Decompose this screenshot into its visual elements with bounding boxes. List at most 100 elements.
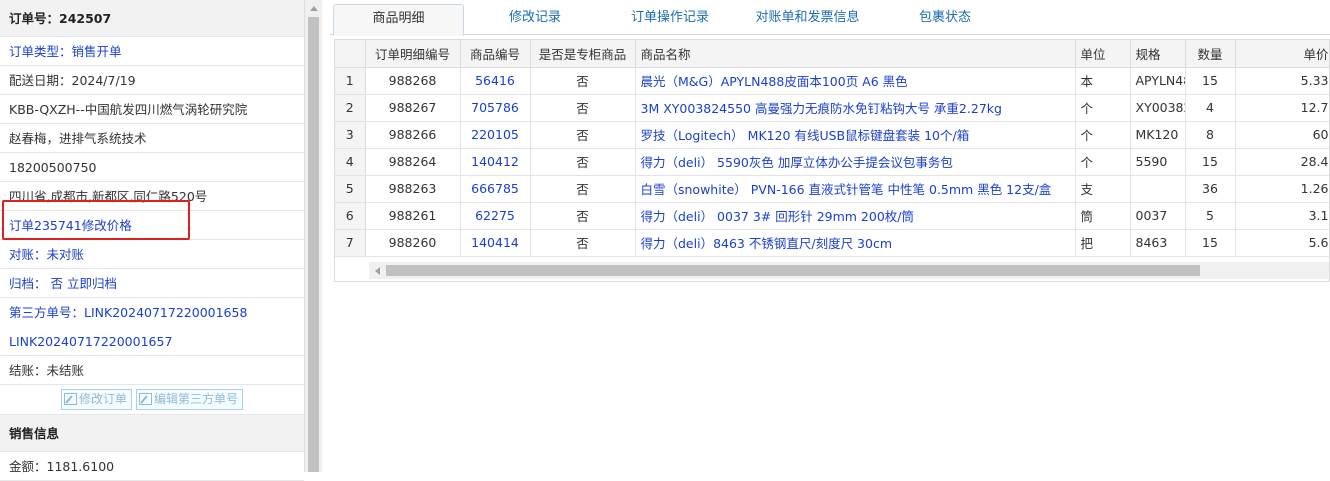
archive-now-link[interactable]: 立即归档 — [67, 276, 117, 291]
customer-contact: 赵春梅，进排气系统技术 — [0, 124, 304, 153]
left-panel-scrollbar[interactable] — [305, 0, 322, 472]
quantity-cell: 15 — [1185, 67, 1236, 95]
detail-id-cell: 988264 — [365, 148, 461, 176]
row-number: 6 — [335, 202, 366, 230]
reconcile-label: 对账： — [9, 247, 47, 262]
product-code-link[interactable]: 140414 — [460, 229, 531, 257]
column-header[interactable]: 单价 — [1235, 40, 1329, 68]
table-header-row: 订单明细编号 商品编号 是否是专柜商品 商品名称 单位 规格 数量 单价 — [335, 40, 1329, 68]
archive-row: 归档： 否 立即归档 — [0, 269, 304, 298]
customer-phone: 18200500750 — [0, 153, 304, 182]
column-header[interactable]: 订单明细编号 — [365, 40, 461, 68]
third-party-row: 第三方单号：LINK20240717220001658 — [0, 298, 304, 327]
order-actions: 修改订单 编辑第三方单号 — [0, 385, 304, 415]
product-code-link[interactable]: 220105 — [460, 121, 531, 149]
scrollbar-thumb[interactable] — [386, 265, 1200, 276]
tab-order-operation-log[interactable]: 订单操作记录 — [610, 4, 730, 35]
unit-cell: 筒 — [1075, 202, 1131, 230]
column-header[interactable]: 商品名称 — [635, 40, 1076, 68]
counter-product-cell: 否 — [530, 121, 636, 149]
table-row[interactable]: 7 988260 140414 否得力（deli）8463 不锈钢直尺/刻度尺 30c… — [335, 229, 1329, 257]
spec-cell: 0037 — [1130, 202, 1186, 230]
product-name-link[interactable]: 晨光（M&G）APYLN488皮面本100页 A6 黑色 — [635, 67, 1076, 95]
unit-price-cell: 12.7 — [1235, 94, 1329, 122]
counter-product-cell: 否 — [530, 148, 636, 176]
counter-product-cell: 否 — [530, 67, 636, 95]
counter-product-cell: 否 — [530, 202, 636, 230]
spec-cell: MK120 — [1130, 121, 1186, 149]
tab-product-details[interactable]: 商品明细 — [333, 4, 464, 36]
counter-product-cell: 否 — [530, 175, 636, 203]
tab-package-status[interactable]: 包裹状态 — [895, 4, 995, 35]
product-code-link[interactable]: 62275 — [460, 202, 531, 230]
edit-order-button[interactable]: 修改订单 — [60, 389, 132, 410]
product-name-link[interactable]: 得力（deli） 5590灰色 加厚立体办公手提会议包事务包 — [635, 148, 1076, 176]
unit-cell: 个 — [1075, 148, 1131, 176]
unit-cell: 本 — [1075, 67, 1131, 95]
product-code-link[interactable]: 666785 — [460, 175, 531, 203]
column-header[interactable]: 规格 — [1130, 40, 1186, 68]
row-number: 1 — [335, 67, 366, 95]
tab-statement-invoice[interactable]: 对账单和发票信息 — [740, 4, 875, 35]
table-row[interactable]: 2 988267 705786 否 3M XY003824550 高曼强力无痕防水免钉粘… — [335, 94, 1329, 122]
order-type-label: 订单类型： — [9, 44, 72, 59]
order-type-row: 订单类型：销售开单 — [0, 37, 304, 66]
detail-id-cell: 988263 — [365, 175, 461, 203]
archive-value: 否 — [50, 276, 64, 291]
edit-third-party-button[interactable]: 编辑第三方单号 — [135, 389, 243, 410]
highlight-box — [2, 200, 190, 240]
sales-info-title: 销售信息 — [0, 415, 304, 452]
scrollbar-thumb[interactable] — [308, 17, 319, 472]
third-party-number-2[interactable]: LINK20240717220001657 — [9, 334, 172, 349]
product-name-link[interactable]: 得力（deli）8463 不锈钢直尺/刻度尺 30cm — [635, 229, 1076, 257]
tab-change-log[interactable]: 修改记录 — [480, 4, 590, 35]
quantity-cell: 4 — [1185, 94, 1236, 122]
counter-product-cell: 否 — [530, 94, 636, 122]
product-name-link[interactable]: 罗技（Logitech） MK120 有线USB鼠标键盘套装 10个/箱 — [635, 121, 1076, 149]
column-header[interactable]: 是否是专柜商品 — [530, 40, 636, 68]
order-info-panel: 订单号：242507 订单类型：销售开单 配送日期：2024/7/19 KBB-… — [0, 0, 305, 481]
archive-label: 归档： — [9, 276, 47, 291]
table-row[interactable]: 3 988266 220105 否罗技（Logitech） MK120 有线USB鼠标… — [335, 121, 1329, 149]
row-number: 3 — [335, 121, 366, 149]
quantity-cell: 8 — [1185, 121, 1236, 149]
spec-cell: 5590 — [1130, 148, 1186, 176]
quantity-cell: 15 — [1185, 229, 1236, 257]
product-code-link[interactable]: 56416 — [460, 67, 531, 95]
product-code-link[interactable]: 140412 — [460, 148, 531, 176]
quantity-cell: 5 — [1185, 202, 1236, 230]
product-name-link[interactable]: 3M XY003824550 高曼强力无痕防水免钉粘钩大号 承重2.27kg — [635, 94, 1076, 122]
third-party-number-1[interactable]: LINK20240717220001658 — [84, 305, 247, 320]
sales-amount: 金额：1181.6100 — [0, 452, 304, 481]
grid-horizontal-scrollbar[interactable] — [369, 262, 1329, 279]
table-row[interactable]: 1 988268 56416 否晨光（M&G）APYLN488皮面本100页 A6 黑… — [335, 67, 1329, 95]
unit-cell: 把 — [1075, 229, 1131, 257]
product-name-link[interactable]: 得力（deli） 0037 3# 回形针 29mm 200枚/筒 — [635, 202, 1076, 230]
customer-company: KBB-QXZH--中国航发四川燃气涡轮研究院 — [0, 95, 304, 124]
column-header — [335, 40, 366, 68]
edit-icon — [63, 393, 77, 405]
scroll-up-arrow-icon[interactable] — [310, 6, 318, 11]
column-header[interactable]: 单位 — [1075, 40, 1131, 68]
table-row[interactable]: 6 988261 62275 否得力（deli） 0037 3# 回形针 29mm 2… — [335, 202, 1329, 230]
spec-cell: APYLN488 — [1130, 67, 1186, 95]
edit-third-party-button-label: 编辑第三方单号 — [153, 392, 238, 406]
scroll-left-arrow-icon[interactable] — [375, 267, 380, 275]
reconcile-value: 未对账 — [46, 247, 85, 262]
spec-cell: XY003824550 — [1130, 94, 1186, 122]
unit-price-cell: 60 — [1235, 121, 1329, 149]
detail-id-cell: 988261 — [365, 202, 461, 230]
row-number: 4 — [335, 148, 366, 176]
column-header[interactable]: 数量 — [1185, 40, 1236, 68]
reconcile-row: 对账：未对账 — [0, 240, 304, 269]
unit-cell: 个 — [1075, 121, 1131, 149]
column-header[interactable]: 商品编号 — [460, 40, 531, 68]
delivery-date: 配送日期：2024/7/19 — [0, 66, 304, 95]
product-table: 订单明细编号 商品编号 是否是专柜商品 商品名称 单位 规格 数量 单价 1 98… — [335, 40, 1329, 257]
table-row[interactable]: 4 988264 140412 否得力（deli） 5590灰色 加厚立体办公手提会议… — [335, 148, 1329, 176]
table-row[interactable]: 5 988263 666785 否白雪（snowhite） PVN-166 直液式针管… — [335, 175, 1329, 203]
order-number: 订单号：242507 — [0, 0, 304, 37]
row-number: 5 — [335, 175, 366, 203]
product-name-link[interactable]: 白雪（snowhite） PVN-166 直液式针管笔 中性笔 0.5mm 黑色… — [635, 175, 1076, 203]
product-code-link[interactable]: 705786 — [460, 94, 531, 122]
